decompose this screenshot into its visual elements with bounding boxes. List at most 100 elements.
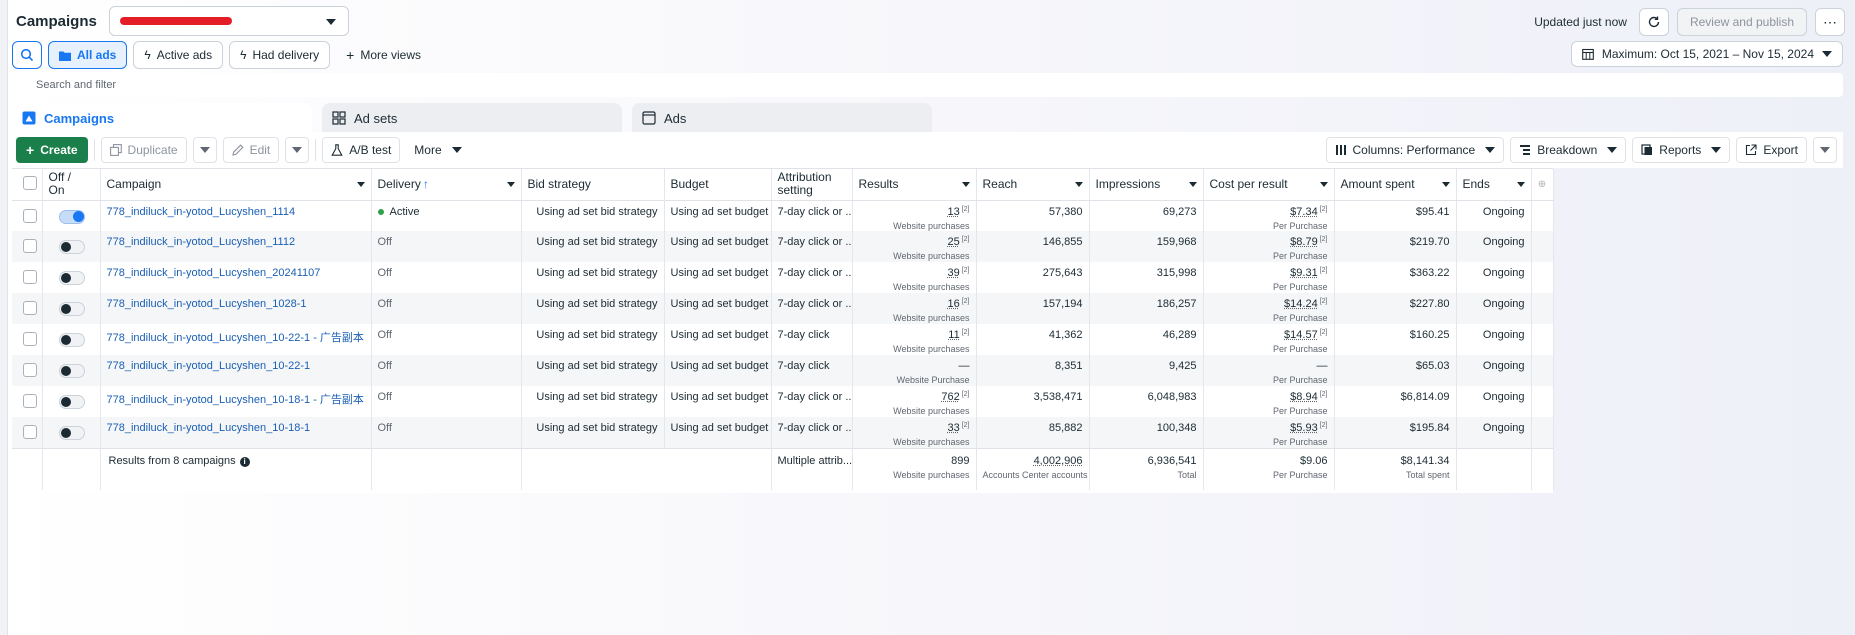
campaign-name-link[interactable]: 778_indiluck_in-yotod_Lucyshen_10-18-1 -… xyxy=(107,394,364,406)
row-checkbox[interactable] xyxy=(23,301,37,315)
columns-button[interactable]: Columns: Performance xyxy=(1325,137,1505,163)
col-reach[interactable]: Reach xyxy=(976,169,1090,201)
results-sub: Website Purchase xyxy=(896,375,970,385)
row-checkbox[interactable] xyxy=(23,363,37,377)
table-row[interactable]: 778_indiluck_in-yotod_Lucyshen_1028-1 Off… xyxy=(12,293,1554,324)
campaign-icon xyxy=(22,111,36,125)
export-button[interactable]: Export xyxy=(1736,137,1807,163)
delivery-status: Off xyxy=(378,422,392,434)
duplicate-button[interactable]: Duplicate xyxy=(100,137,187,163)
tab-ads[interactable]: Ads xyxy=(632,103,932,133)
tab-ads-label: Ads xyxy=(664,110,687,126)
row-toggle-cell xyxy=(42,386,101,417)
row-checkbox[interactable] xyxy=(23,394,37,408)
tab-campaigns[interactable]: Campaigns xyxy=(12,103,312,133)
table-row[interactable]: 778_indiluck_in-yotod_Lucyshen_10-22-1 Of… xyxy=(12,355,1554,386)
search-input[interactable] xyxy=(36,79,636,91)
row-checkbox[interactable] xyxy=(23,239,37,253)
delivery-cell: Off xyxy=(371,355,522,386)
campaign-name-link[interactable]: 778_indiluck_in-yotod_Lucyshen_10-22-1 xyxy=(107,360,311,372)
lightning-icon: ϟ xyxy=(240,48,247,62)
had-delivery-view[interactable]: ϟ Had delivery xyxy=(229,41,331,69)
campaign-name-link[interactable]: 778_indiluck_in-yotod_Lucyshen_1114 xyxy=(107,206,296,218)
export-menu-button[interactable] xyxy=(1813,137,1837,163)
delivery-status-text: Off xyxy=(377,329,392,341)
reach-value: 85,882 xyxy=(1048,422,1083,434)
all-ads-view[interactable]: All ads xyxy=(48,41,128,69)
reach-cell: 85,882 xyxy=(976,417,1090,448)
campaign-toggle[interactable] xyxy=(58,271,85,285)
row-checkbox[interactable] xyxy=(23,332,37,346)
col-budget[interactable]: Budget xyxy=(664,169,772,201)
row-checkbox[interactable] xyxy=(23,425,37,439)
amount-spent-cell: $195.84 xyxy=(1334,417,1457,448)
more-actions-button[interactable]: More xyxy=(406,137,470,163)
col-delivery[interactable]: Delivery ↑ xyxy=(371,169,522,201)
campaign-toggle[interactable] xyxy=(58,302,85,316)
bid-strategy-cell: Using ad set bid strategy xyxy=(521,200,665,231)
date-range-picker[interactable]: Maximum: Oct 15, 2021 – Nov 15, 2024 xyxy=(1570,41,1843,67)
campaign-name-link[interactable]: 778_indiluck_in-yotod_Lucyshen_20241107 xyxy=(107,267,321,279)
campaign-toggle[interactable] xyxy=(58,364,85,378)
edit-menu-button[interactable] xyxy=(285,137,310,163)
campaign-toggle[interactable] xyxy=(58,426,85,440)
bid-strategy-value: Using ad set bid strategy xyxy=(536,236,658,248)
table-row[interactable]: 778_indiluck_in-yotod_Lucyshen_10-18-1 -… xyxy=(12,386,1554,417)
col-bid-strategy[interactable]: Bid strategy xyxy=(521,169,665,201)
account-selector[interactable] xyxy=(108,6,349,36)
col-off-on[interactable]: Off / On xyxy=(42,169,101,201)
breakdown-button[interactable]: Breakdown xyxy=(1510,137,1627,163)
row-spacer-cell xyxy=(1531,355,1554,386)
table-row[interactable]: 778_indiluck_in-yotod_Lucyshen_20241107 O… xyxy=(12,262,1554,293)
campaign-name-link[interactable]: 778_indiluck_in-yotod_Lucyshen_10-18-1 xyxy=(107,422,311,434)
row-spacer-cell xyxy=(1531,417,1554,448)
table-row[interactable]: 778_indiluck_in-yotod_Lucyshen_10-18-1 Of… xyxy=(12,417,1554,448)
col-impressions[interactable]: Impressions xyxy=(1089,169,1204,201)
bid-strategy-cell: Using ad set bid strategy xyxy=(521,231,665,262)
col-attribution[interactable]: Attribution setting xyxy=(771,169,853,201)
col-results[interactable]: Results xyxy=(852,169,977,201)
lightning-icon: ϟ xyxy=(144,48,151,62)
campaign-name-link[interactable]: 778_indiluck_in-yotod_Lucyshen_1112 xyxy=(107,236,296,248)
col-amount-spent[interactable]: Amount spent xyxy=(1334,169,1457,201)
campaign-toggle[interactable] xyxy=(58,209,85,224)
col-ends[interactable]: Ends xyxy=(1456,169,1532,201)
refresh-button[interactable] xyxy=(1638,8,1669,36)
reach-value: 146,855 xyxy=(1042,236,1083,248)
search-and-filter-bar xyxy=(12,73,1843,97)
edit-button[interactable]: Edit xyxy=(222,137,280,163)
attribution-cell: 7-day click or ... xyxy=(771,386,853,417)
create-button[interactable]: + Create xyxy=(16,137,88,163)
campaign-toggle[interactable] xyxy=(58,333,85,347)
campaign-toggle[interactable] xyxy=(58,395,85,409)
select-all-checkbox[interactable] xyxy=(23,175,37,190)
table-row[interactable]: 778_indiluck_in-yotod_Lucyshen_10-22-1 -… xyxy=(12,324,1554,355)
active-ads-view[interactable]: ϟ Active ads xyxy=(133,41,224,69)
totals-spacer xyxy=(1456,447,1532,490)
row-checkbox[interactable] xyxy=(23,208,37,223)
ads-icon xyxy=(642,111,656,125)
duplicate-menu-button[interactable] xyxy=(192,137,217,163)
review-and-publish-button[interactable]: Review and publish xyxy=(1676,8,1807,36)
reports-button[interactable]: Reports xyxy=(1632,137,1731,163)
row-checkbox[interactable] xyxy=(23,270,37,284)
table-row[interactable]: 778_indiluck_in-yotod_Lucyshen_1114 Activ… xyxy=(12,200,1554,231)
budget-cell: Using ad set budget xyxy=(664,293,772,324)
col-campaign[interactable]: Campaign xyxy=(100,169,372,201)
campaign-toggle[interactable] xyxy=(58,240,85,254)
campaign-name-link[interactable]: 778_indiluck_in-yotod_Lucyshen_1028-1 xyxy=(107,298,307,310)
search-button[interactable] xyxy=(12,41,42,69)
more-options-button[interactable]: ⋯ xyxy=(1815,8,1845,36)
delivery-cell: Off xyxy=(371,386,522,417)
page-title: Campaigns xyxy=(16,12,97,30)
tab-ad-sets[interactable]: Ad sets xyxy=(322,103,622,133)
table-row[interactable]: 778_indiluck_in-yotod_Lucyshen_1112 Off Us… xyxy=(12,231,1554,262)
info-icon[interactable]: i xyxy=(239,456,250,467)
campaign-name-link[interactable]: 778_indiluck_in-yotod_Lucyshen_10-22-1 -… xyxy=(107,332,364,344)
reach-value: 41,362 xyxy=(1048,329,1083,341)
ab-test-button[interactable]: A/B test xyxy=(322,137,401,163)
add-column-button[interactable]: ⊕ xyxy=(1531,169,1554,201)
col-cost-per-result[interactable]: Cost per result xyxy=(1203,169,1335,201)
active-status-dot xyxy=(377,208,384,215)
more-views-button[interactable]: + More views xyxy=(336,41,431,69)
